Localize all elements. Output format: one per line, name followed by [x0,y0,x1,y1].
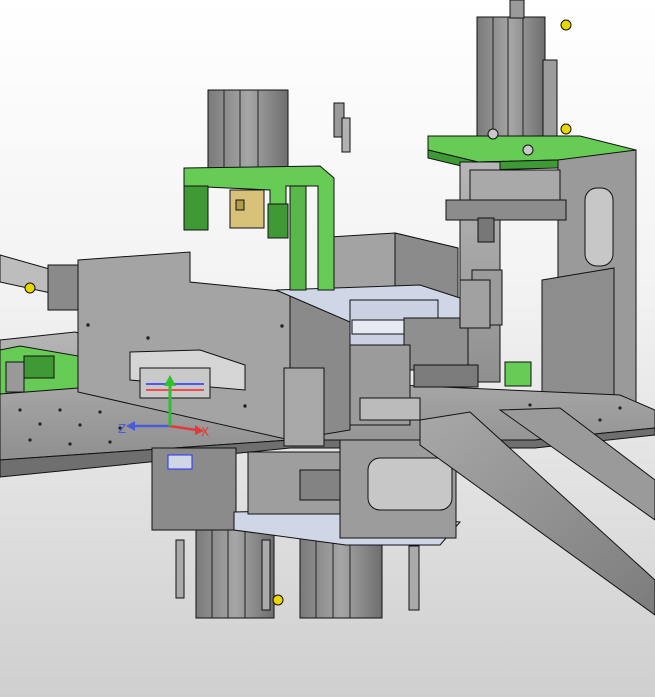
cad-3d-viewport[interactable]: Z X [0,0,655,697]
floating-small-part[interactable] [333,102,351,153]
assembly-model[interactable]: Z X [0,0,655,697]
left-guide-rod[interactable] [0,254,81,311]
green-gripper-bracket[interactable] [183,89,335,291]
lower-cylinder-block[interactable] [151,439,462,619]
right-cylinder-assembly[interactable] [476,0,572,148]
triad-x-label: X [201,425,209,439]
triad-z-label: Z [118,422,126,436]
